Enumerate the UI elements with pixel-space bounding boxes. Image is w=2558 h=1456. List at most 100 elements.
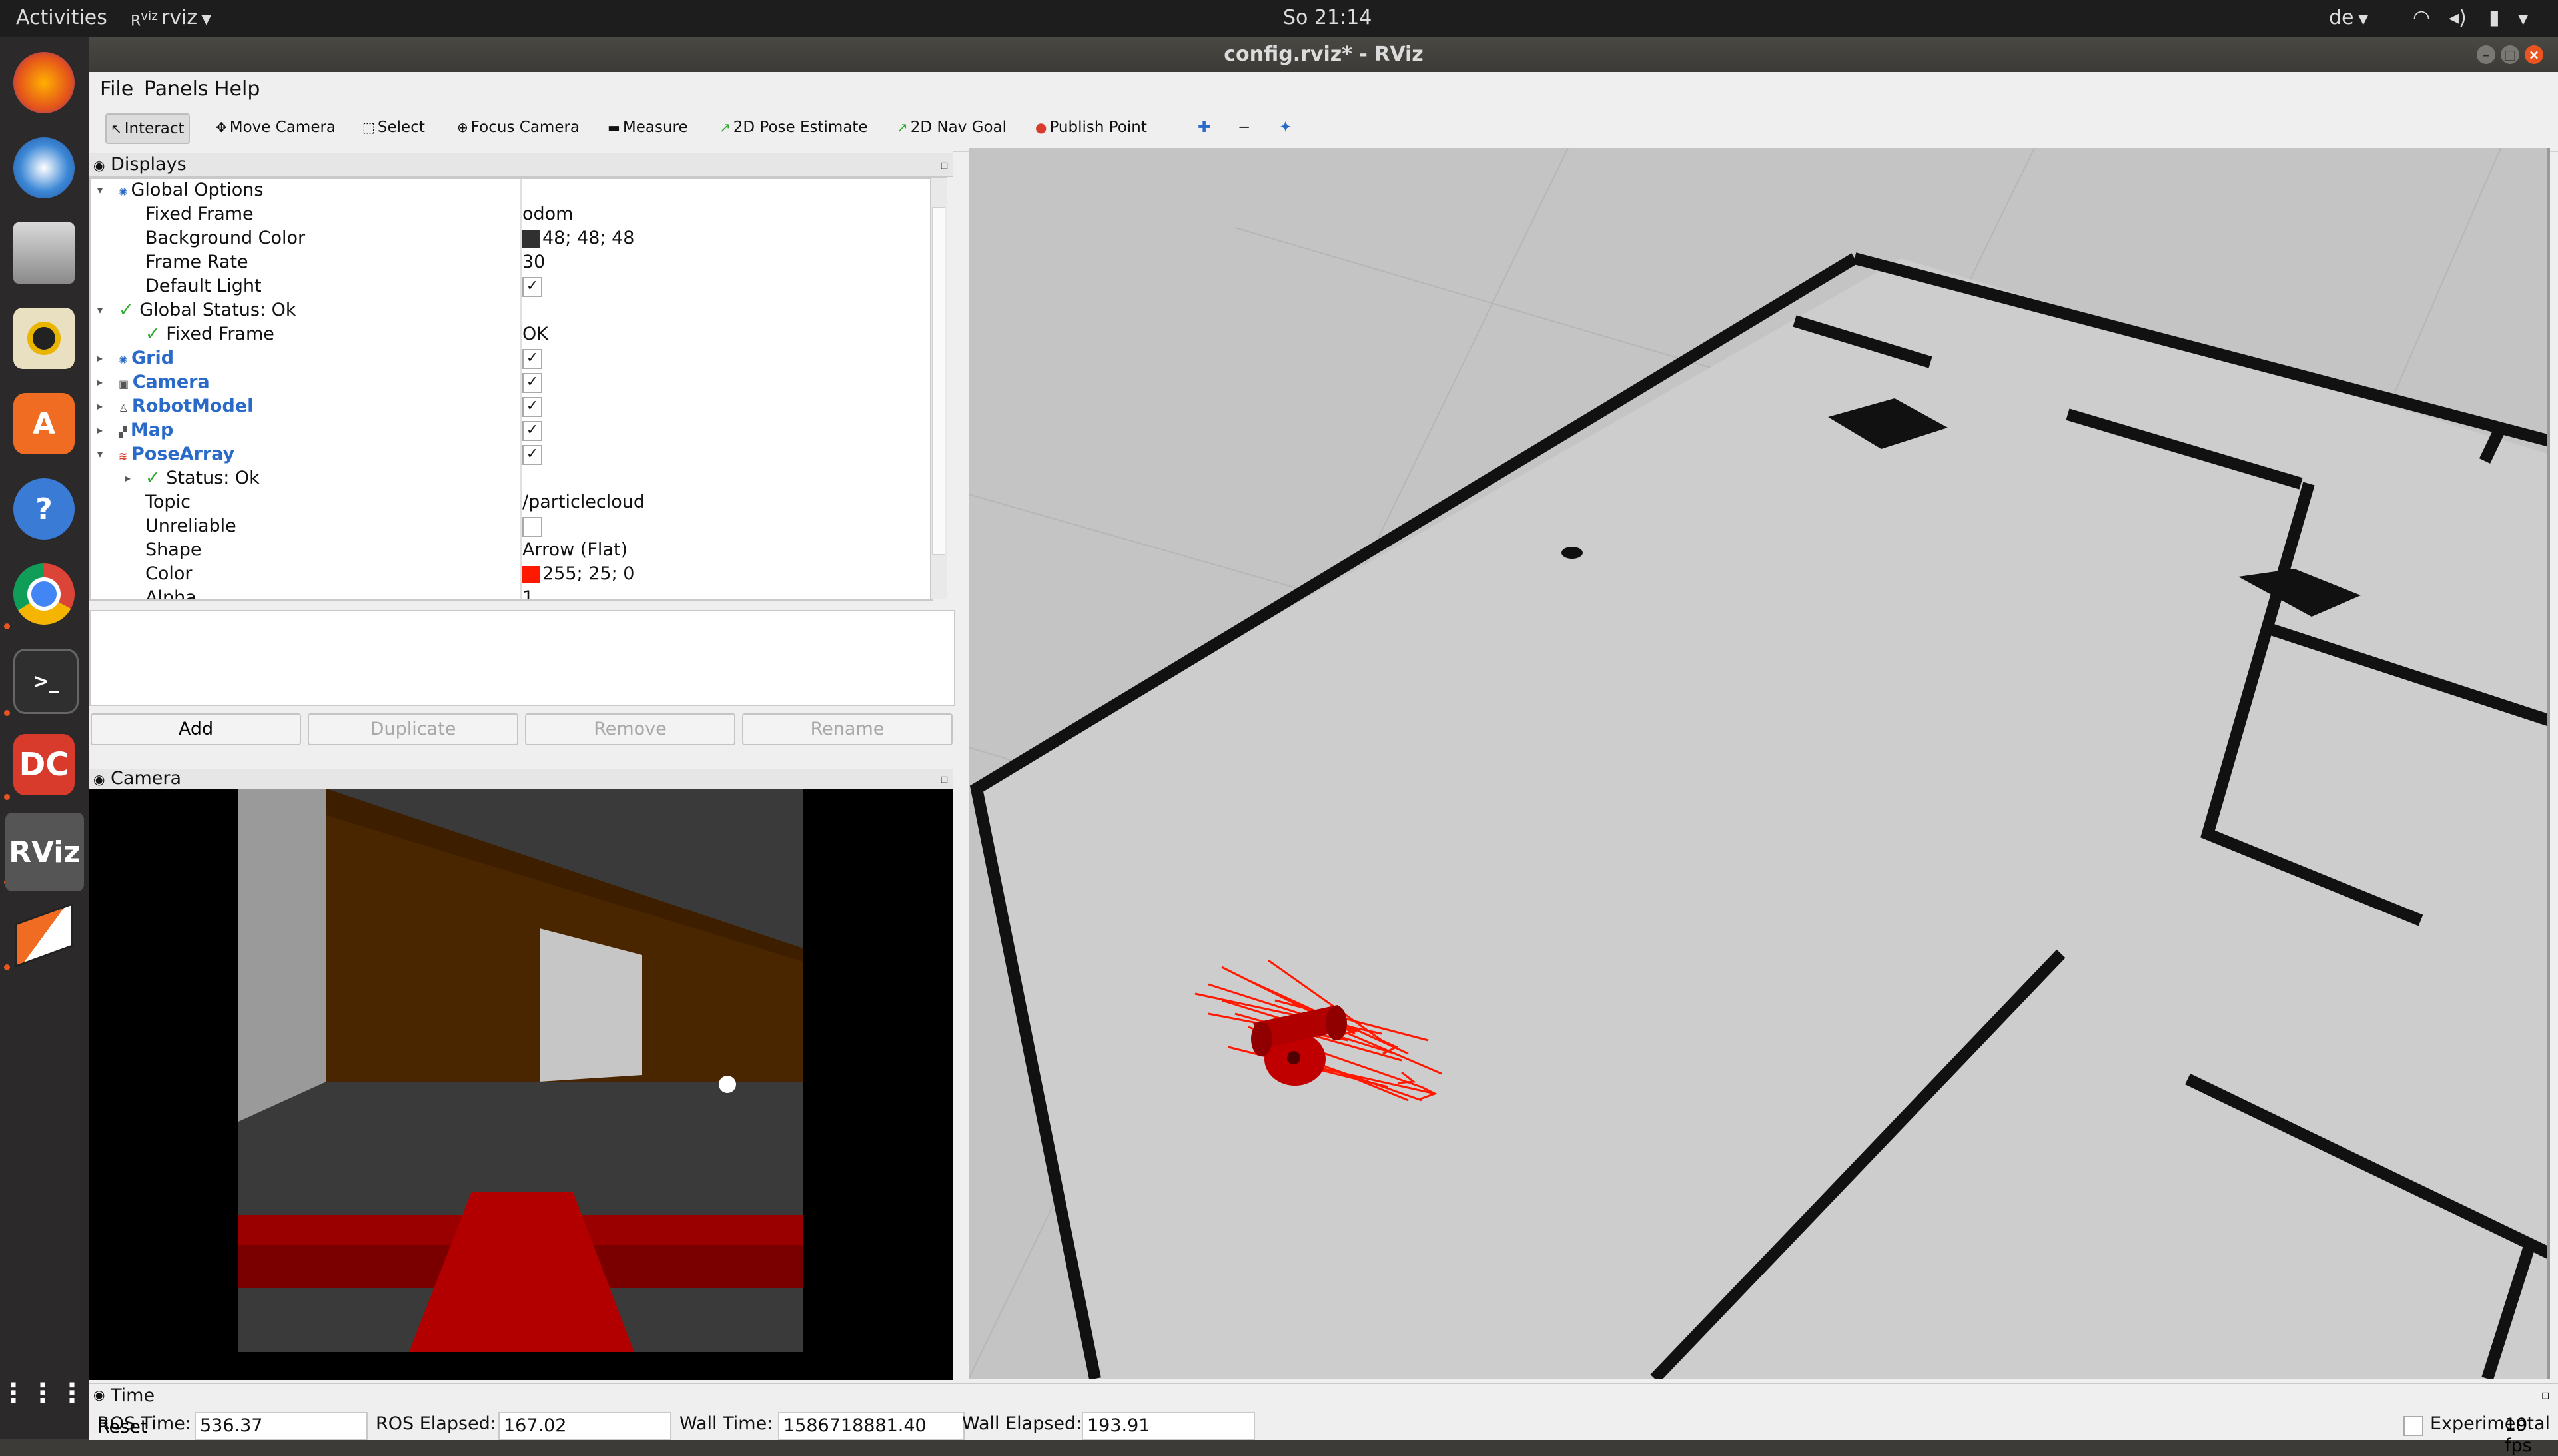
running-indicator <box>4 964 10 970</box>
robot-model-checkbox[interactable]: ✓ <box>522 396 542 417</box>
menu-help[interactable]: Help <box>214 77 260 101</box>
displays-tree[interactable]: ▾ ✺ Global Options Fixed Frame odom Back… <box>89 177 933 601</box>
files-icon[interactable] <box>13 222 75 284</box>
tree-row[interactable]: Shape Arrow (Flat) <box>91 538 931 562</box>
ros-elapsed-field[interactable]: 167.02 <box>498 1412 671 1440</box>
tree-row[interactable]: ▸ ✺ Grid ✓ <box>91 346 931 370</box>
tree-row[interactable]: ▸ ✓ Status: Ok <box>91 466 931 490</box>
rhythmbox-icon[interactable] <box>13 308 75 369</box>
camera-checkbox[interactable]: ✓ <box>522 372 542 393</box>
tree-row[interactable]: Fixed Frame odom <box>91 202 931 226</box>
help-icon[interactable]: ? <box>13 478 75 540</box>
wall-time-field[interactable]: 1586718881.40 <box>778 1412 965 1440</box>
status-ok-icon: ✓ <box>119 300 140 320</box>
activities-button[interactable]: Activities <box>16 6 107 29</box>
chevron-down-icon[interactable]: ▼ <box>201 11 211 27</box>
tree-row[interactable]: ▸ ▞ Map ✓ <box>91 418 931 442</box>
map-render[interactable] <box>969 148 2550 1379</box>
publish-point-tool[interactable]: ● Publish Point <box>1031 113 1151 141</box>
thunderbird-icon[interactable] <box>13 137 75 198</box>
system-top-bar: Activities Rviz rviz ▼ So 21:14 de ▼ ◠ ◂… <box>0 0 2558 37</box>
tree-row[interactable]: ▾ ✺ Global Options <box>91 179 931 202</box>
app-menu[interactable]: rviz <box>161 6 197 29</box>
expand-arrow-icon[interactable]: ▸ <box>125 466 131 490</box>
measure-tool[interactable]: ▬ Measure <box>604 113 692 141</box>
software-center-icon[interactable]: A <box>13 393 75 454</box>
collapse-arrow-icon[interactable]: ▾ <box>97 179 103 202</box>
rviz-icon[interactable]: RViz <box>5 813 84 891</box>
tree-row[interactable]: Background Color 48; 48; 48 <box>91 226 931 250</box>
focus-camera-tool[interactable]: ⊕ Focus Camera <box>453 113 584 141</box>
keyboard-layout[interactable]: de <box>2329 6 2354 29</box>
firefox-icon[interactable] <box>13 52 75 113</box>
tree-row[interactable]: Color 255; 25; 0 <box>91 562 931 586</box>
expand-arrow-icon[interactable]: ▸ <box>97 394 103 418</box>
maximize-icon[interactable]: □ <box>2501 45 2519 64</box>
panel-close-icon[interactable]: ▫ <box>2541 1387 2550 1403</box>
select-tool[interactable]: ⬚ Select <box>358 113 429 141</box>
volume-icon[interactable]: ◂) <box>2449 6 2467 29</box>
tree-row[interactable]: ▾ ≋ PoseArray ✓ <box>91 442 931 466</box>
terminal-icon[interactable]: >_ <box>13 649 79 714</box>
tree-row[interactable]: ✓ Fixed Frame OK <box>91 322 931 346</box>
reset-button[interactable]: Reset <box>91 1416 164 1439</box>
minimize-icon[interactable]: – <box>2477 45 2495 64</box>
battery-icon[interactable]: ▮ <box>2489 6 2500 29</box>
scrollbar-thumb[interactable] <box>932 207 945 555</box>
collapse-arrow-icon[interactable]: ▾ <box>97 298 103 322</box>
experimental-checkbox[interactable] <box>2403 1416 2423 1436</box>
select-icon: ⬚ <box>362 119 375 135</box>
running-indicator <box>4 710 10 716</box>
pose-array-checkbox[interactable]: ✓ <box>522 444 542 465</box>
tree-row[interactable]: ▸ ♙ RobotModel ✓ <box>91 394 931 418</box>
panel-close-icon[interactable]: ▫ <box>939 153 949 176</box>
map-checkbox[interactable]: ✓ <box>522 420 542 441</box>
displays-scrollbar[interactable] <box>930 177 947 599</box>
move-camera-tool[interactable]: ✥ Move Camera <box>212 113 340 141</box>
app-grid-icon[interactable]: ⋮⋮⋮ <box>0 1363 85 1424</box>
clock[interactable]: So 21:14 <box>1283 6 1372 29</box>
collapse-arrow-icon[interactable]: ▾ <box>97 442 103 466</box>
default-light-checkbox[interactable]: ✓ <box>522 276 542 297</box>
chrome-icon[interactable] <box>13 563 75 625</box>
panel-close-icon[interactable]: ▫ <box>939 769 949 789</box>
expand-arrow-icon[interactable]: ▸ <box>97 418 103 442</box>
3d-viewport[interactable] <box>969 148 2550 1379</box>
duplicate-display-button[interactable]: Duplicate <box>308 713 518 745</box>
layer-icon[interactable] <box>13 903 75 968</box>
expand-arrow-icon[interactable]: ▸ <box>97 370 103 394</box>
grid-checkbox[interactable]: ✓ <box>522 348 542 369</box>
tree-row[interactable]: Unreliable <box>91 514 931 538</box>
add-display-button[interactable]: Add <box>91 713 301 745</box>
menu-panels[interactable]: Panels <box>144 77 209 101</box>
wifi-icon[interactable]: ◠ <box>2413 6 2430 29</box>
ros-time-field[interactable]: 536.37 <box>195 1412 368 1440</box>
menu-file[interactable]: File <box>100 77 133 101</box>
rename-display-button[interactable]: Rename <box>742 713 953 745</box>
remove-display-button[interactable]: Remove <box>525 713 735 745</box>
tree-row[interactable]: Frame Rate 30 <box>91 250 931 274</box>
expand-arrow-icon[interactable]: ▸ <box>97 346 103 370</box>
camera-image[interactable] <box>89 789 953 1352</box>
tree-row[interactable]: ▸ ▣ Camera ✓ <box>91 370 931 394</box>
window-titlebar[interactable]: config.rviz* - RViz – □ × <box>89 37 2558 72</box>
dc-icon[interactable]: DC <box>13 734 75 795</box>
system-menu-chevron-icon[interactable]: ▼ <box>2518 11 2528 27</box>
tree-row[interactable]: Default Light ✓ <box>91 274 931 298</box>
tree-row[interactable]: ▾ ✓ Global Status: Ok <box>91 298 931 322</box>
nav-goal-tool[interactable]: ↗ 2D Nav Goal <box>893 113 1011 141</box>
status-ok-icon: ✓ <box>145 324 167 344</box>
interact-tool[interactable]: ↖ Interact <box>105 113 190 144</box>
tree-row[interactable]: Alpha 1 <box>91 586 931 599</box>
rviz-app-icon: Rviz <box>131 9 158 30</box>
remove-tool-icon[interactable]: − <box>1234 113 1254 141</box>
chevron-down-icon[interactable]: ▼ <box>2358 11 2368 27</box>
tree-row[interactable]: Topic /particlecloud <box>91 490 931 514</box>
add-tool-icon[interactable]: ✚ <box>1194 113 1214 141</box>
unreliable-checkbox[interactable] <box>522 516 542 537</box>
panel-icon: ◉ <box>93 1387 105 1403</box>
close-icon[interactable]: × <box>2525 45 2543 64</box>
pose-estimate-tool[interactable]: ↗ 2D Pose Estimate <box>715 113 872 141</box>
wall-elapsed-field[interactable]: 193.91 <box>1082 1412 1255 1440</box>
tool-properties-icon[interactable]: ✦ <box>1275 113 1296 141</box>
